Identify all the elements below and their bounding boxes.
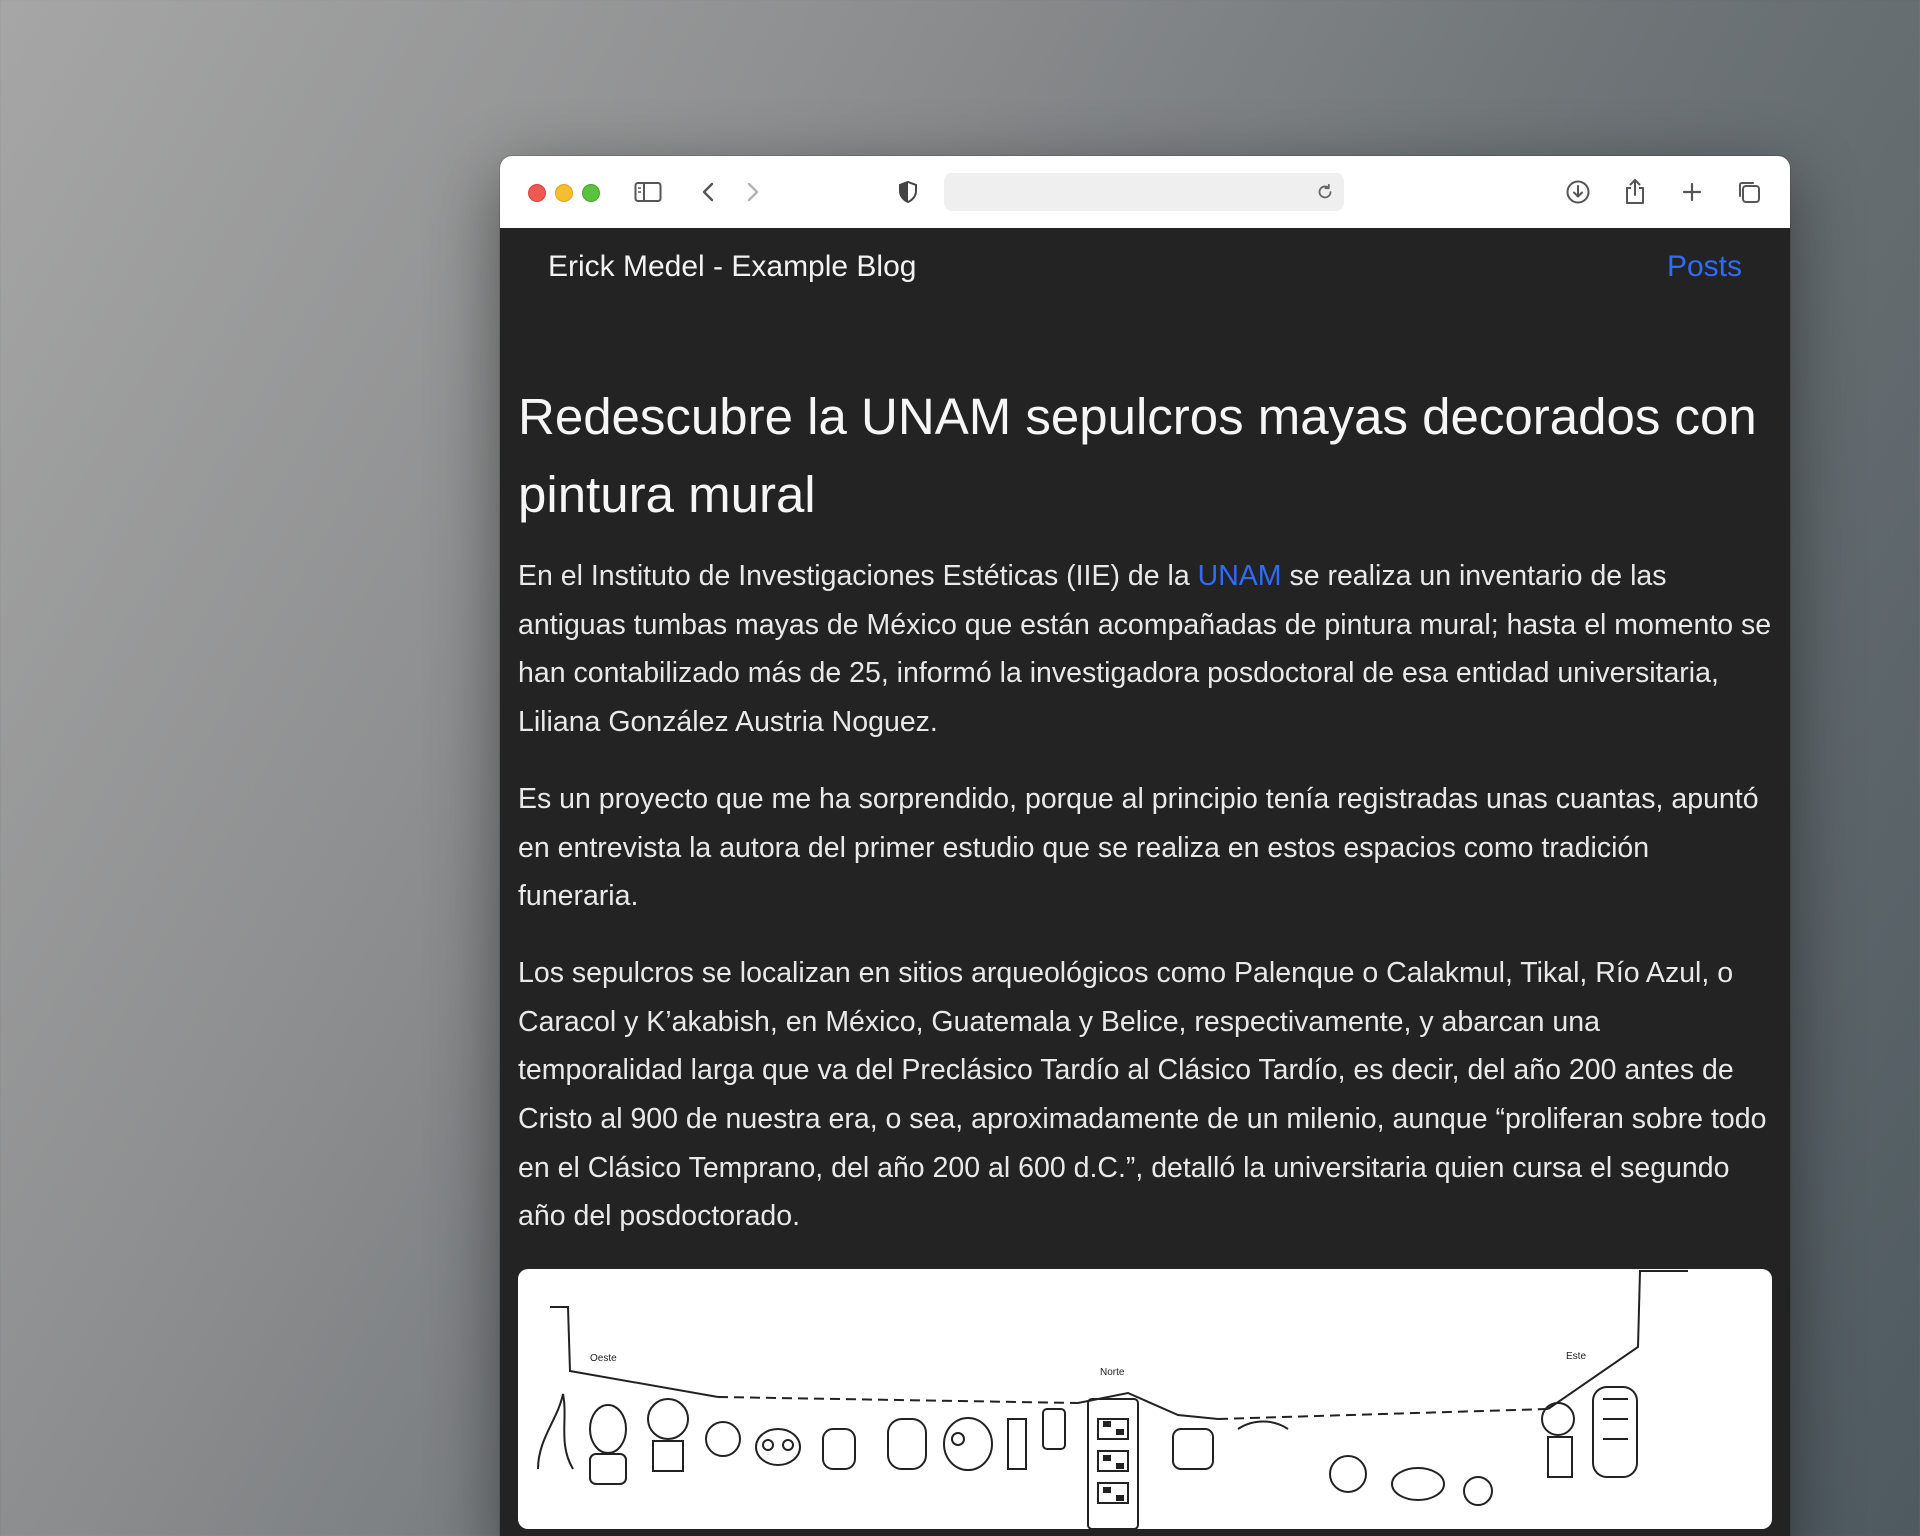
article-paragraph: Los sepulcros se localizan en sitios arq… [518, 956, 1767, 1233]
back-icon[interactable] [693, 178, 723, 206]
figure-label-north: Norte [1100, 1367, 1125, 1378]
figure-label-west: Oeste [590, 1353, 617, 1364]
posts-nav-link[interactable]: Posts [1667, 250, 1742, 284]
site-brand-link[interactable]: Erick Medel - Example Blog [548, 250, 916, 284]
minimize-window-button[interactable] [555, 184, 573, 202]
close-window-button[interactable] [528, 184, 546, 202]
figure-label-east: Este [1566, 1351, 1586, 1362]
page-content: Erick Medel - Example Blog Posts Redescu… [500, 228, 1790, 1536]
paragraph-text: En el Instituto de Investigaciones Estét… [518, 560, 1198, 592]
share-icon[interactable] [1620, 178, 1650, 206]
article: Redescubre la UNAM sepulcros mayas decor… [518, 378, 1772, 1530]
article-title: Redescubre la UNAM sepulcros mayas decor… [518, 388, 1757, 523]
address-bar[interactable] [944, 173, 1344, 211]
tabs-overview-icon[interactable] [1734, 178, 1764, 206]
zoom-window-button[interactable] [582, 184, 600, 202]
site-header: Erick Medel - Example Blog Posts [500, 228, 1790, 328]
download-icon[interactable] [1563, 178, 1593, 206]
new-tab-icon[interactable] [1677, 178, 1707, 206]
sidebar-icon[interactable] [633, 178, 663, 206]
shield-icon[interactable] [893, 178, 923, 206]
forward-icon[interactable] [738, 178, 768, 206]
article-paragraph: Es un proyecto que me ha sorprendido, po… [518, 782, 1759, 913]
article-paragraph: En el Instituto de Investigaciones Estét… [518, 552, 1772, 747]
mural-drawing-image: Oeste Norte Este [518, 1269, 1772, 1530]
unam-link[interactable]: UNAM [1198, 560, 1282, 592]
address-input[interactable] [944, 173, 1328, 211]
mural-line-drawing: Oeste Norte Este [537, 1270, 1688, 1530]
browser-window: Erick Medel - Example Blog Posts Redescu… [500, 156, 1790, 1536]
reload-icon[interactable] [1314, 181, 1336, 203]
browser-toolbar [500, 156, 1790, 229]
